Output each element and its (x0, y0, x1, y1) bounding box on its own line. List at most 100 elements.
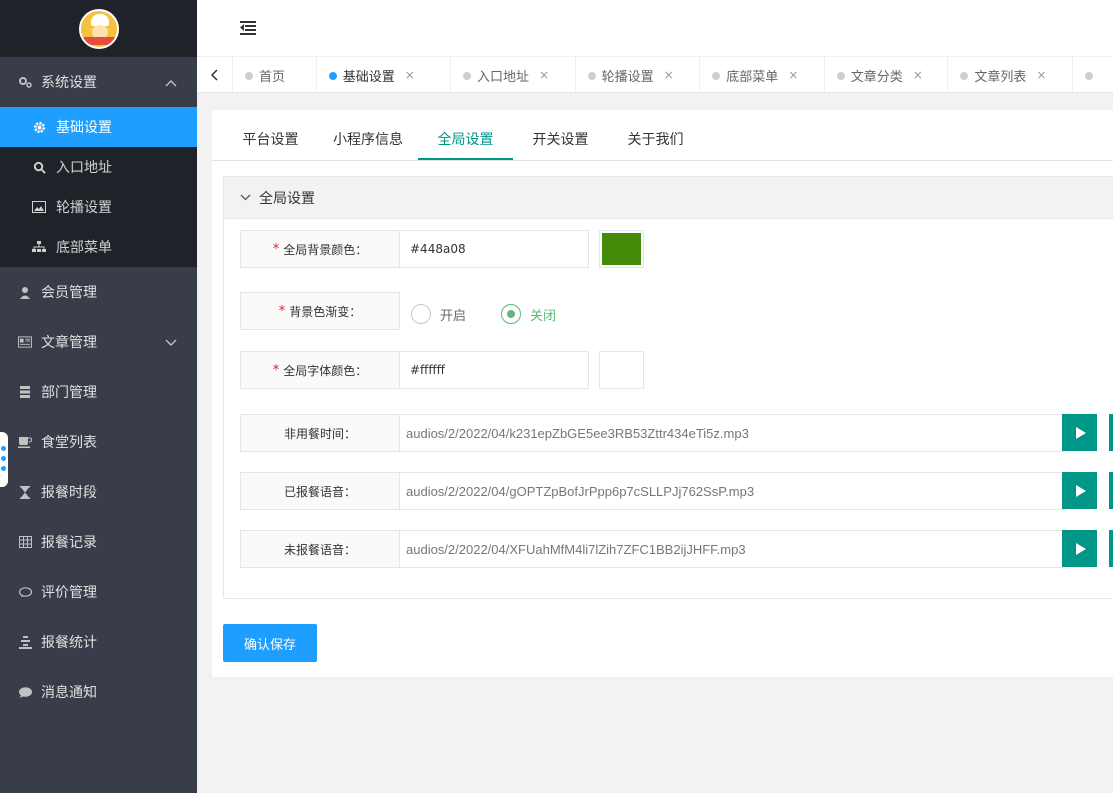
play-button[interactable] (1062, 530, 1097, 567)
save-button[interactable]: 确认保存 (223, 624, 317, 662)
tab-dot-icon (1084, 72, 1093, 80)
font-color-swatch[interactable] (599, 351, 644, 389)
tab-about-us[interactable]: 关于我们 (617, 120, 694, 160)
upload-button[interactable] (1109, 472, 1113, 509)
play-button[interactable] (1062, 414, 1097, 451)
bg-color-label-text: 全局背景颜色： (283, 242, 368, 257)
sidebar-item-label: 报餐统计 (41, 635, 97, 651)
upload-button[interactable] (1109, 530, 1113, 567)
tab-label: 入口地址 (477, 69, 530, 85)
unreported-audio-input[interactable]: audios/2/2022/04/XFUahMfM4li7lZih7ZFC1BB… (399, 530, 1064, 568)
tab-switch-settings[interactable]: 开关设置 (522, 120, 599, 160)
chevron-down-icon (240, 191, 251, 204)
top-header (197, 0, 1113, 57)
radio-circle-icon (411, 304, 431, 324)
page-tabs: 首页 基础设置 × 入口地址 × 轮播设置 × 底部菜单 × 文章分类 × 文章… (197, 57, 1113, 93)
sidebar-item-label: 报餐记录 (41, 535, 97, 551)
no-meal-audio-input[interactable]: audios/2/2022/04/k231epZbGE5ee3RB53Zttr4… (399, 414, 1064, 452)
radio-label: 关闭 (530, 308, 557, 324)
tab-entry-address[interactable]: 入口地址 × (451, 57, 576, 93)
sidebar-item-members[interactable]: 会员管理 (0, 267, 197, 317)
sidebar-item-label: 食堂列表 (41, 435, 97, 451)
tab-global-settings[interactable]: 全局设置 (418, 120, 513, 160)
sidebar-item-canteens[interactable]: 食堂列表 (0, 417, 197, 467)
sidebar-item-label: 部门管理 (41, 385, 97, 401)
tab-label: 底部菜单 (726, 69, 779, 85)
play-icon (1075, 426, 1086, 439)
sidebar-item-label: 底部菜单 (56, 240, 112, 256)
close-icon[interactable]: × (913, 68, 923, 82)
close-icon[interactable]: × (788, 68, 798, 82)
close-icon[interactable]: × (664, 68, 674, 82)
sidebar-item-meal-stats[interactable]: 报餐统计 (0, 617, 197, 667)
no-meal-audio-label: 非用餐时间： (240, 414, 400, 452)
tab-bottom-menu[interactable]: 底部菜单 × (700, 57, 825, 93)
sidebar-item-bottom-menu[interactable]: 底部菜单 (0, 227, 197, 267)
font-color-input[interactable]: #ffffff (399, 351, 589, 389)
newspaper-icon (18, 335, 32, 349)
sidebar-item-carousel-settings[interactable]: 轮播设置 (0, 187, 197, 227)
bg-color-input[interactable]: #448a08 (399, 230, 589, 268)
tab-basic-settings[interactable]: 基础设置 × (317, 57, 452, 93)
gradient-off-radio[interactable]: 关闭 (501, 304, 556, 324)
gradient-label: * 背景色渐变： (240, 292, 400, 330)
logo[interactable] (78, 8, 119, 49)
hourglass-icon (18, 485, 32, 499)
tab-home[interactable]: 首页 (233, 57, 317, 93)
tab-dot-icon (587, 72, 596, 80)
tab-label: 文章分类 (850, 69, 903, 85)
close-icon[interactable]: × (539, 68, 549, 82)
sidebar-item-meal-records[interactable]: 报餐记录 (0, 517, 197, 567)
menu-toggle-icon[interactable] (240, 21, 256, 35)
font-color-label: * 全局字体颜色： (240, 351, 400, 389)
gradient-label-text: 背景色渐变： (289, 304, 362, 319)
tab-article-list[interactable]: 文章列表 × (948, 57, 1073, 93)
sidebar-item-label: 基础设置 (56, 120, 112, 136)
chevron-down-icon (165, 335, 177, 351)
required-mark: * (272, 241, 280, 257)
search-icon (32, 160, 46, 174)
sidebar-item-meal-periods[interactable]: 报餐时段 (0, 467, 197, 517)
sidebar-item-label: 评价管理 (41, 585, 97, 601)
play-button[interactable] (1062, 472, 1097, 509)
sidebar-item-entry-address[interactable]: 入口地址 (0, 147, 197, 187)
tab-carousel-settings[interactable]: 轮播设置 × (576, 57, 701, 93)
bg-color-label: * 全局背景颜色： (240, 230, 400, 268)
close-icon[interactable]: × (405, 68, 415, 82)
sidebar-item-label: 文章管理 (41, 335, 97, 351)
tab-dot-icon (244, 72, 253, 80)
panel-header[interactable]: 全局设置 (224, 177, 1113, 219)
image-icon (32, 200, 46, 214)
sidebar-item-articles[interactable]: 文章管理 (0, 317, 197, 367)
sidebar-item-basic-settings[interactable]: 基础设置 (0, 107, 197, 147)
tab-dot-icon (463, 72, 472, 80)
tab-miniprogram-info[interactable]: 小程序信息 (322, 120, 414, 160)
settings-subtabs: 平台设置 小程序信息 全局设置 开关设置 关于我们 (212, 120, 1113, 161)
sidebar-item-label: 消息通知 (41, 685, 97, 701)
sidebar-item-label: 系统设置 (41, 75, 97, 91)
gear-icon (32, 120, 46, 134)
sidebar-item-label: 报餐时段 (41, 485, 97, 501)
tab-dot-icon (836, 72, 845, 80)
sidebar-item-departments[interactable]: 部门管理 (0, 367, 197, 417)
reported-audio-input[interactable]: audios/2/2022/04/gOPTZpBofJrPpp6p7cSLLPJ… (399, 472, 1064, 510)
tab-dot-icon (712, 72, 721, 80)
sidebar-item-label: 轮播设置 (56, 200, 112, 216)
upload-button[interactable] (1109, 414, 1113, 451)
cup-icon (18, 435, 32, 449)
sidebar-item-reviews[interactable]: 评价管理 (0, 567, 197, 617)
chart-icon (18, 635, 32, 649)
tab-article-categories[interactable]: 文章分类 × (825, 57, 949, 93)
tab-overflow[interactable] (1073, 57, 1113, 93)
sidebar-item-label: 入口地址 (56, 160, 112, 176)
gradient-on-radio[interactable]: 开启 (411, 304, 466, 324)
close-icon[interactable]: × (1036, 68, 1046, 82)
tab-label: 基础设置 (342, 69, 395, 85)
bg-color-swatch[interactable] (599, 230, 644, 268)
sidebar-item-system-settings[interactable]: 系统设置 (0, 57, 197, 107)
tab-platform-settings[interactable]: 平台设置 (232, 120, 309, 160)
tabs-scroll-left-icon[interactable] (197, 57, 233, 93)
message-icon (18, 685, 32, 699)
side-drawer-handle[interactable] (0, 432, 8, 487)
sidebar-item-notifications[interactable]: 消息通知 (0, 667, 197, 717)
